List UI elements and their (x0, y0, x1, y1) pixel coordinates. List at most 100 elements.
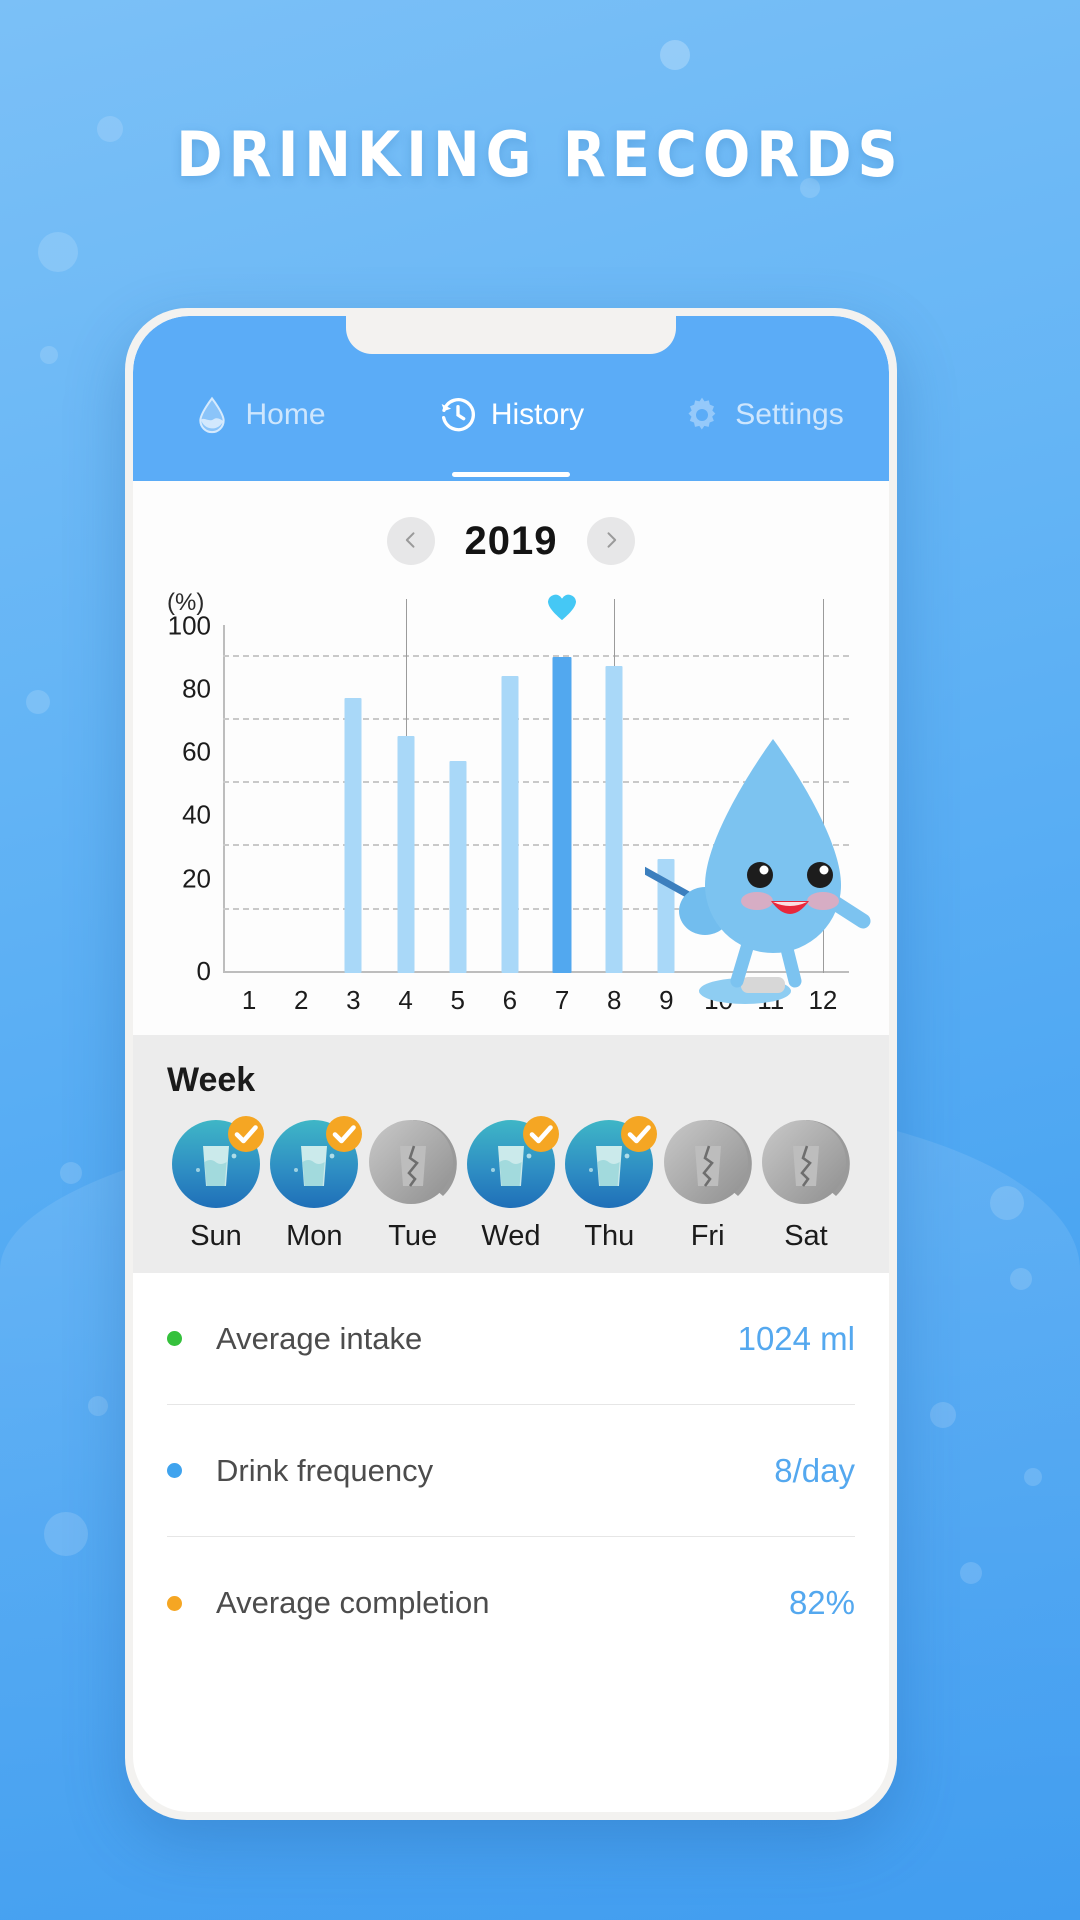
week-day-item[interactable]: Thu (560, 1116, 658, 1253)
chart-bar[interactable] (397, 735, 415, 973)
chart-x-tick: 8 (607, 985, 622, 1015)
bubble-decor (930, 1402, 956, 1428)
stat-label: Drink frequency (216, 1452, 434, 1488)
stat-bullet-icon (167, 1331, 182, 1346)
week-day-label: Thu (584, 1220, 635, 1252)
chart-bar[interactable] (657, 859, 675, 973)
chart-x-tick: 5 (450, 985, 465, 1015)
bubble-decor (88, 1396, 108, 1416)
chart-y-tick: 60 (182, 736, 211, 767)
stat-label: Average intake (216, 1320, 423, 1356)
next-year-button[interactable] (587, 517, 636, 565)
bubble-decor (1010, 1268, 1032, 1290)
check-badge-icon (621, 1116, 658, 1152)
week-title: Week (167, 1061, 256, 1099)
chart-gridline (223, 717, 849, 720)
completion-bar-chart: (%) 0 20 40 60 80 100 1 2 3 4 5 6 7 8 9 10 11 12 (161, 589, 871, 1025)
chart-y-tick: 40 (182, 799, 211, 830)
tab-home[interactable]: Home (133, 363, 385, 481)
check-badge-icon (228, 1116, 264, 1152)
chart-x-tick: 10 (704, 985, 734, 1015)
chart-gridline (223, 844, 849, 847)
broken-glass-icon (367, 1118, 459, 1210)
gear-icon (682, 395, 722, 435)
week-day-label: Sun (190, 1220, 242, 1252)
active-tab-underline (452, 472, 570, 477)
chart-y-axis (223, 625, 225, 973)
stat-bullet-icon (167, 1595, 182, 1611)
bubble-decor (660, 40, 690, 70)
full-glass-icon (563, 1116, 658, 1210)
week-day-item[interactable]: Sat (757, 1118, 855, 1253)
broken-glass-icon (760, 1118, 852, 1210)
chart-x-tick: 1 (241, 985, 257, 1015)
stat-row[interactable]: Average intake 1024 ml (167, 1273, 855, 1405)
bubble-decor (38, 232, 78, 272)
chart-gridline (223, 654, 849, 657)
chart-gridline (223, 781, 849, 784)
week-day-item[interactable]: Sun (167, 1116, 265, 1253)
chart-x-tick: 6 (502, 985, 518, 1015)
stat-bullet-icon (167, 1463, 182, 1478)
week-day-label: Tue (388, 1220, 438, 1252)
chart-x-tick: 4 (398, 985, 413, 1015)
bubble-decor (960, 1562, 982, 1584)
bubble-decor (990, 1186, 1024, 1220)
chart-x-tick: 9 (659, 985, 674, 1015)
stat-label: Average completion (216, 1585, 490, 1620)
week-card: Week Sun Mon Tue Wed Thu Fri Sat (133, 1035, 889, 1273)
chart-gridline (223, 907, 849, 910)
prev-year-button[interactable] (386, 517, 435, 565)
chart-bar[interactable] (449, 761, 467, 973)
history-clock-icon (438, 395, 478, 435)
chevron-left-icon (401, 530, 421, 553)
chart-bar[interactable] (344, 697, 362, 973)
week-day-item[interactable]: Tue (364, 1118, 462, 1253)
chart-x-axis (223, 971, 849, 973)
stat-row[interactable]: Average completion 82% (167, 1537, 855, 1669)
chart-x-tick: 12 (808, 985, 838, 1015)
week-day-label: Mon (286, 1220, 343, 1252)
full-glass-icon (268, 1116, 363, 1210)
bubble-decor (26, 690, 50, 714)
water-drop-icon (192, 395, 232, 435)
week-day-label: Fri (690, 1220, 725, 1252)
broken-glass-icon (662, 1118, 754, 1210)
chart-y-zero-label: 0 (196, 956, 211, 986)
chart-x-tick: 3 (346, 985, 361, 1015)
chart-y-tick: 100 (167, 610, 211, 641)
chart-vertical-marker (822, 599, 824, 973)
stat-row[interactable]: Drink frequency 8/day (167, 1405, 855, 1537)
check-badge-icon (326, 1116, 363, 1152)
stats-list: Average intake 1024 ml Drink frequency 8/da… (133, 1273, 889, 1669)
stat-value: 1024 ml (737, 1319, 855, 1357)
chart-bar[interactable] (501, 675, 519, 973)
full-glass-icon (170, 1116, 264, 1210)
week-day-label: Wed (481, 1220, 541, 1252)
tab-history-label: History (490, 398, 585, 431)
chart-x-tick: 7 (554, 985, 570, 1015)
tab-settings-label: Settings (735, 398, 844, 431)
chart-bar[interactable] (605, 666, 623, 973)
chart-x-tick: 11 (757, 985, 785, 1015)
week-day-label: Sat (784, 1220, 828, 1252)
week-day-item[interactable]: Fri (659, 1118, 757, 1253)
year-selector: 2019 (133, 503, 889, 573)
stat-value: 82% (788, 1584, 855, 1621)
chart-bar[interactable] (552, 656, 572, 973)
phone-mockup: Home History Settings 2019 (%) 0 20 40 6… (125, 308, 897, 1820)
heart-icon (548, 594, 577, 620)
bubble-decor (44, 1512, 88, 1556)
bubble-decor (40, 346, 58, 364)
year-label: 2019 (464, 518, 558, 563)
chevron-right-icon (601, 530, 621, 553)
week-day-item[interactable]: Mon (265, 1116, 363, 1253)
tab-bar: Home History Settings (133, 363, 889, 481)
tab-history[interactable]: History (385, 363, 637, 481)
check-badge-icon (522, 1116, 559, 1152)
chart-card: 2019 (%) 0 20 40 60 80 100 1 2 3 4 5 6 7 8 9 10 11 12 (133, 481, 889, 1035)
chart-plot-area: 0 20 40 60 80 100 1 2 3 4 5 6 7 8 9 10 11 12 (168, 594, 849, 1015)
tab-settings[interactable]: Settings (637, 363, 889, 481)
week-day-item[interactable]: Wed (462, 1116, 560, 1253)
chart-y-tick: 20 (182, 863, 211, 894)
